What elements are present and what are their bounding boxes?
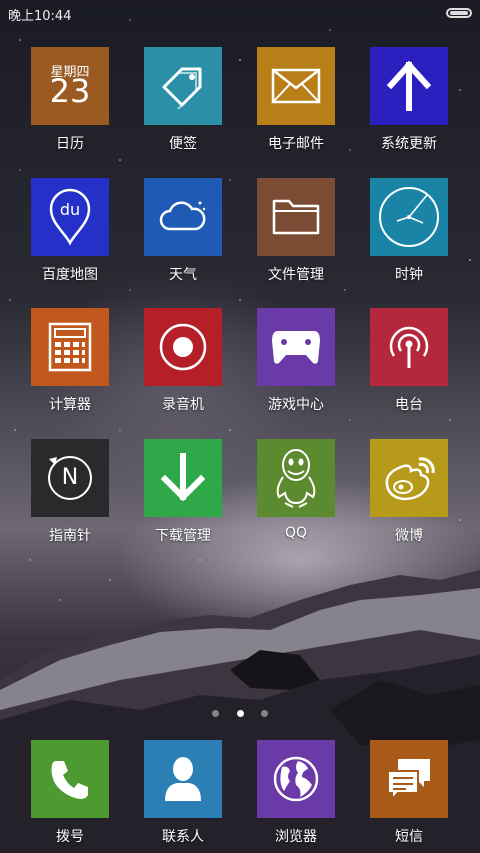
messages-tile[interactable] [370,740,448,818]
app-label-notes: 便签 [169,136,197,152]
person-icon [165,757,201,801]
folder-icon [272,199,320,235]
dock-messages[interactable]: 短信 [359,740,459,846]
arrow-down-icon [161,453,205,502]
page-dot-2[interactable] [236,710,244,717]
app-download-manager[interactable]: 下载管理 [133,439,233,545]
app-label-recorder: 录音机 [162,397,204,413]
contacts-tile[interactable] [144,740,222,818]
app-label-clock: 时钟 [395,267,423,283]
calendar-day: 23 [49,72,91,110]
page-indicator[interactable] [0,702,480,721]
calculator-icon [48,322,92,372]
dock-browser[interactable]: 浏览器 [246,740,346,846]
penguin-icon [276,449,316,508]
app-system-update[interactable]: 系统更新 [359,47,459,153]
arrow-up-icon [387,61,431,111]
app-label-qq: QQ [284,525,308,541]
app-label-calendar: 日历 [56,136,84,152]
app-compass[interactable]: N 指南针 [20,439,120,545]
baidu-map-tile[interactable]: du [31,178,109,256]
dock-contacts[interactable]: 联系人 [133,740,233,846]
app-calendar[interactable]: 星期四 23 日历 [20,47,120,153]
browser-tile[interactable] [257,740,335,818]
clock-tile[interactable] [370,178,448,256]
map-pin-icon: du [49,188,91,246]
qq-tile[interactable] [257,439,335,517]
svg-text:du: du [60,200,80,219]
app-label-download-manager: 下载管理 [155,528,211,544]
app-baidu-map[interactable]: du 百度地图 [20,178,120,284]
phone-icon [51,761,88,799]
tag-icon [162,67,202,109]
app-weather[interactable]: 天气 [133,178,233,284]
app-label-system-update: 系统更新 [381,136,437,152]
app-notes[interactable]: 便签 [133,47,233,153]
compass-tile[interactable]: N [31,439,109,517]
dock-label-contacts: 联系人 [162,829,204,845]
app-label-weibo: 微博 [395,528,423,544]
app-recorder[interactable]: 录音机 [133,308,233,414]
record-icon [159,323,207,371]
app-label-email: 电子邮件 [268,136,324,152]
calculator-tile[interactable] [31,308,109,386]
radio-tile[interactable] [370,308,448,386]
cloud-icon [159,201,206,231]
dock-label-messages: 短信 [395,829,423,845]
phone-tile[interactable] [31,740,109,818]
app-weibo[interactable]: 微博 [359,439,459,545]
file-manager-tile[interactable] [257,178,335,256]
dock-label-phone: 拨号 [56,829,84,845]
app-qq[interactable]: QQ [246,439,346,541]
weibo-icon [385,457,435,501]
system-update-tile[interactable] [370,47,448,125]
page-dot-1[interactable] [212,710,220,717]
weather-tile[interactable] [144,178,222,256]
app-label-weather: 天气 [169,267,197,283]
app-label-compass: 指南针 [49,528,91,544]
app-calculator[interactable]: 计算器 [20,308,120,414]
app-grid: 星期四 23 日历 便签 电子邮件 系统更新 du 百度地图 天气 文件管理 时… [0,0,480,853]
dock-phone[interactable]: 拨号 [20,740,120,846]
download-manager-tile[interactable] [144,439,222,517]
email-tile[interactable] [257,47,335,125]
gamepad-icon [272,331,320,364]
app-radio[interactable]: 电台 [359,308,459,414]
app-email[interactable]: 电子邮件 [246,47,346,153]
app-label-game-center: 游戏中心 [268,397,324,413]
clock-icon [379,187,439,247]
dock-label-browser: 浏览器 [275,829,317,845]
app-label-file-manager: 文件管理 [268,267,324,283]
recorder-tile[interactable] [144,308,222,386]
page-dot-3[interactable] [260,710,268,717]
game-center-tile[interactable] [257,308,335,386]
app-clock[interactable]: 时钟 [359,178,459,284]
broadcast-icon [389,326,429,368]
chat-bubbles-icon [387,759,430,801]
app-label-baidu-map: 百度地图 [42,267,98,283]
app-label-calculator: 计算器 [49,397,91,413]
compass-letter: N [61,465,79,490]
app-game-center[interactable]: 游戏中心 [246,308,346,414]
globe-icon [273,756,319,802]
app-file-manager[interactable]: 文件管理 [246,178,346,284]
calendar-tile[interactable]: 星期四 23 [31,47,109,125]
app-label-radio: 电台 [395,397,423,413]
envelope-icon [271,68,321,104]
notes-tile[interactable] [144,47,222,125]
weibo-tile[interactable] [370,439,448,517]
